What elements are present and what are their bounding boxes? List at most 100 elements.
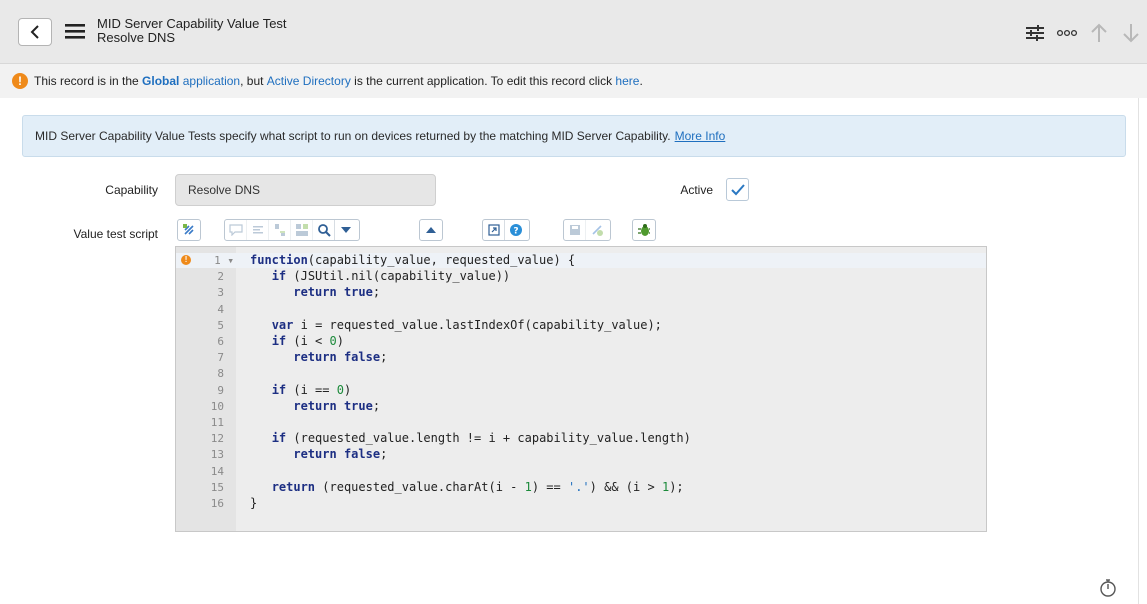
- insert-button[interactable]: [247, 220, 269, 240]
- application-scope-notice: ! This record is in the Global applicati…: [0, 64, 1147, 98]
- toolbar-group-debug: [632, 219, 656, 241]
- save-icon: [569, 225, 580, 235]
- more-options-button[interactable]: [1051, 18, 1083, 48]
- line-number: 16: [210, 497, 224, 510]
- line-code: function(capability_value, requested_val…: [250, 253, 576, 267]
- code-line: 15 return (requested_value.charAt(i - 1)…: [176, 480, 986, 495]
- next-record-button[interactable]: [1115, 18, 1147, 48]
- notice-text-4: .: [639, 74, 643, 88]
- line-number: 4: [217, 302, 224, 316]
- toolbar-group-help: ?: [482, 219, 530, 241]
- record-type-title: MID Server Capability Value Test: [97, 16, 287, 31]
- edit-here-link[interactable]: here: [615, 74, 639, 88]
- script-label: Value test script: [73, 227, 158, 241]
- context-menu-button[interactable]: [64, 22, 86, 40]
- comment-button[interactable]: [225, 220, 247, 240]
- arrow-down-icon: [1123, 24, 1139, 43]
- script-editor[interactable]: ! 1 ▾ function(capability_value, requested…: [175, 246, 987, 532]
- line-number: 15: [210, 480, 224, 494]
- code-line: 9 if (i == 0): [176, 383, 986, 398]
- code-line: 14: [176, 464, 986, 479]
- line-number: 3: [217, 286, 224, 300]
- code-line: 4: [176, 302, 986, 317]
- chevron-down-icon: [341, 227, 351, 233]
- capability-label: Capability: [105, 183, 158, 197]
- line-code: return (requested_value.charAt(i - 1) ==…: [271, 479, 684, 494]
- code-line: 2 if (JSUtil.nil(capability_value)): [176, 269, 986, 284]
- script-debugger-button[interactable]: [633, 220, 655, 240]
- code-line: 11: [176, 415, 986, 430]
- info-text: MID Server Capability Value Tests specif…: [35, 129, 671, 143]
- code-line: 12 if (requested_value.length != i + cap…: [176, 431, 986, 446]
- search-icon: [317, 224, 331, 237]
- replace-all-icon: [295, 224, 308, 236]
- record-display-name: Resolve DNS: [97, 30, 176, 45]
- application-link[interactable]: application: [179, 74, 240, 88]
- help-button[interactable]: ?: [505, 220, 527, 240]
- personalize-form-button[interactable]: [1019, 18, 1051, 48]
- line-code: if (i < 0): [271, 334, 344, 348]
- notice-text-3: is the current application. To edit this…: [350, 74, 616, 88]
- back-icon: [30, 25, 39, 39]
- capability-field[interactable]: Resolve DNS: [175, 174, 436, 206]
- hamburger-icon: [65, 24, 85, 39]
- line-number: 11: [210, 416, 224, 429]
- notice-text-1: This record is in the: [34, 74, 143, 88]
- code-line: ! 1 ▾ function(capability_value, requested…: [176, 253, 986, 268]
- line-number: 5: [217, 318, 224, 332]
- format-code-button[interactable]: [178, 220, 200, 240]
- checkmark-icon: [730, 183, 745, 195]
- line-code: return false;: [293, 447, 388, 462]
- active-checkbox[interactable]: [726, 178, 749, 201]
- line-number: 10: [210, 399, 224, 413]
- line-number: 1 ▾: [214, 254, 234, 267]
- search-button[interactable]: [313, 220, 335, 240]
- header-actions: [1019, 18, 1147, 48]
- response-time-icon[interactable]: [1098, 578, 1118, 598]
- back-button[interactable]: [18, 18, 52, 46]
- arrow-up-icon: [1091, 23, 1107, 42]
- toggle-syntax-button[interactable]: [586, 220, 608, 240]
- line-code: if (JSUtil.nil(capability_value)): [271, 269, 511, 284]
- comment-icon: [228, 224, 243, 236]
- find-next-button[interactable]: [335, 220, 357, 240]
- form-body: MID Server Capability Value Tests specif…: [0, 98, 1139, 604]
- line-number: 7: [217, 351, 224, 365]
- line-number: 14: [210, 464, 224, 478]
- global-app-link[interactable]: Global: [142, 74, 179, 88]
- previous-record-button[interactable]: [1083, 18, 1115, 48]
- code-line: 6 if (i < 0): [176, 334, 986, 349]
- code-line: 3 return true;: [176, 285, 986, 300]
- replace-button[interactable]: [269, 220, 291, 240]
- save-button[interactable]: [564, 220, 586, 240]
- code-line: 13 return false;: [176, 447, 986, 462]
- line-code: var i = requested_value.lastIndexOf(capa…: [271, 317, 662, 332]
- current-app-link[interactable]: Active Directory: [267, 74, 351, 88]
- line-number: 6: [217, 335, 224, 348]
- more-info-link[interactable]: More Info: [675, 129, 726, 143]
- code-line: 10 return true;: [176, 399, 986, 414]
- header-titles: MID Server Capability Value Test Resolve…: [97, 17, 287, 45]
- bug-icon: [638, 224, 650, 236]
- chevron-up-icon: [426, 227, 436, 233]
- line-code: if (requested_value.length != i + capabi…: [271, 431, 691, 446]
- capability-value: Resolve DNS: [188, 183, 261, 197]
- line-code: return true;: [293, 398, 381, 413]
- line-code: if (i == 0): [271, 382, 352, 397]
- code-line: 7 return false;: [176, 350, 986, 365]
- line-number: 13: [210, 448, 224, 462]
- line-code: return false;: [293, 350, 388, 365]
- line-code: return true;: [293, 285, 381, 300]
- format-code-icon: [183, 224, 194, 235]
- record-header: MID Server Capability Value Test Resolve…: [0, 0, 1147, 64]
- code-line: 8: [176, 366, 986, 381]
- notice-text-2: , but: [240, 74, 267, 88]
- line-number: 12: [210, 432, 224, 446]
- warning-icon: !: [12, 73, 28, 89]
- find-previous-button[interactable]: [420, 220, 442, 240]
- fullscreen-button[interactable]: [483, 220, 505, 240]
- line-number: 8: [217, 367, 224, 381]
- replace-all-button[interactable]: [291, 220, 313, 240]
- toolbar-group-prev: [419, 219, 443, 241]
- help-icon: ?: [510, 224, 522, 237]
